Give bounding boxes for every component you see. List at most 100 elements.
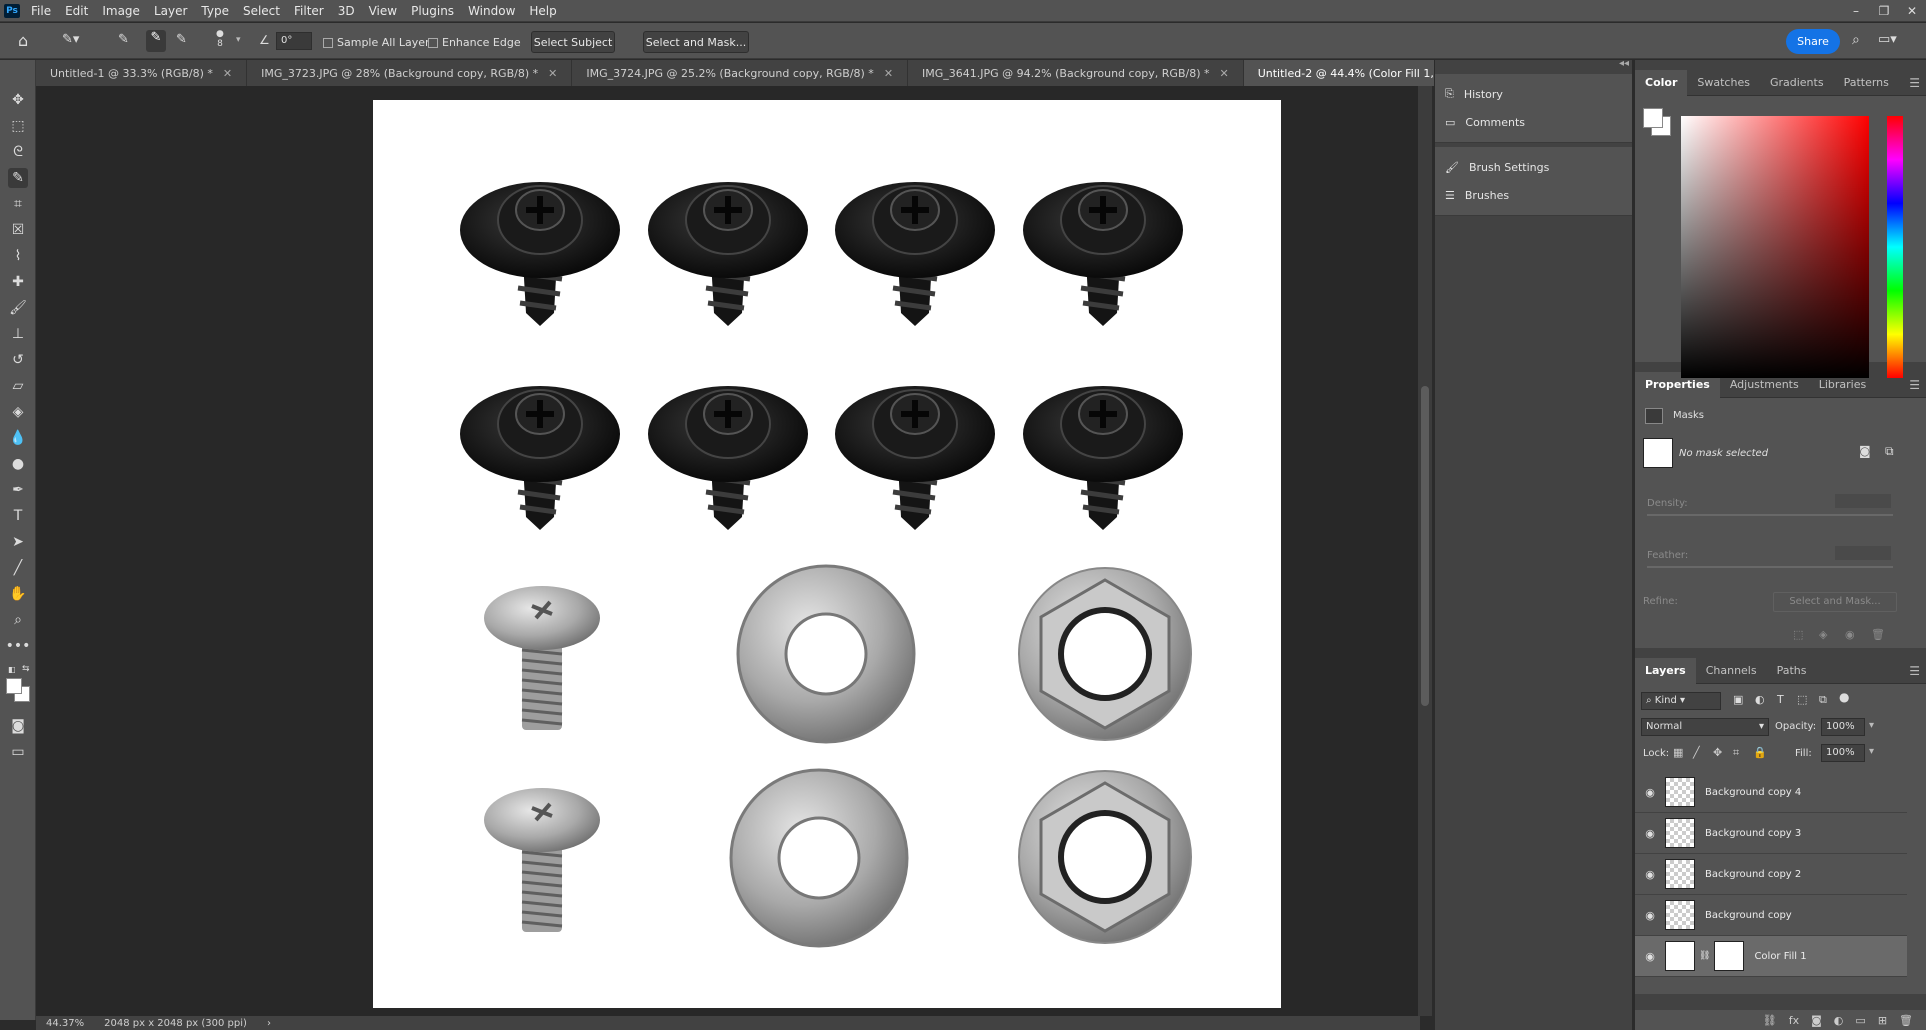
layer-row-color-fill-1[interactable]: ◉ ⛓ Color Fill 1: [1635, 936, 1907, 977]
status-menu-arrow[interactable]: ›: [267, 1018, 271, 1029]
hue-slider[interactable]: [1887, 116, 1903, 378]
blend-mode-select[interactable]: Normal ▾: [1641, 718, 1769, 736]
healing-brush-tool-icon[interactable]: ✚: [8, 272, 28, 292]
lasso-tool-icon[interactable]: ᘓ: [8, 142, 28, 162]
menu-select[interactable]: Select: [236, 4, 287, 18]
close-icon[interactable]: ✕: [1220, 67, 1229, 80]
color-field[interactable]: [1681, 116, 1869, 378]
filter-smart-object-icon[interactable]: ⧉: [1819, 693, 1827, 707]
menu-edit[interactable]: Edit: [58, 4, 95, 18]
angle-input[interactable]: 0°: [276, 32, 312, 50]
path-selection-tool-icon[interactable]: ➤: [8, 532, 28, 552]
lock-pixels-icon[interactable]: ╱: [1693, 746, 1700, 759]
foreground-color-swatch[interactable]: [6, 678, 22, 694]
frame-tool-icon[interactable]: ☒: [8, 220, 28, 240]
menu-plugins[interactable]: Plugins: [404, 4, 461, 18]
canvas-area[interactable]: [36, 86, 1420, 1016]
marquee-tool-icon[interactable]: ⬚: [8, 116, 28, 136]
lock-transparency-icon[interactable]: ▦: [1673, 746, 1683, 759]
pen-tool-icon[interactable]: ✒: [8, 480, 28, 500]
quick-mask-icon[interactable]: ◙: [8, 716, 28, 736]
workspace-icon[interactable]: ▭▾: [1878, 32, 1897, 47]
fill-input[interactable]: 100%: [1821, 744, 1865, 762]
subtract-from-selection-icon[interactable]: ✎: [176, 32, 187, 47]
layer-row-background-copy-2[interactable]: ◉ Background copy 2: [1635, 854, 1907, 895]
scrollbar-thumb[interactable]: [1421, 386, 1429, 706]
chevron-down-icon[interactable]: ▾: [1869, 720, 1874, 731]
panel-menu-icon[interactable]: ☰: [1909, 378, 1920, 392]
menu-image[interactable]: Image: [95, 4, 147, 18]
layer-name[interactable]: Background copy 2: [1705, 869, 1801, 880]
new-selection-icon[interactable]: ✎: [118, 32, 129, 47]
vector-mask-icon[interactable]: ⧉: [1885, 444, 1894, 459]
enhance-edge-checkbox[interactable]: Enhance Edge: [428, 36, 521, 49]
eyedropper-tool-icon[interactable]: ⌇: [8, 246, 28, 266]
brushes-panel-button[interactable]: ☰ Brushes: [1435, 181, 1632, 209]
blur-tool-icon[interactable]: 💧: [8, 428, 28, 448]
home-icon[interactable]: ⌂: [18, 31, 40, 51]
new-group-icon[interactable]: ▭: [1855, 1014, 1865, 1027]
eye-icon[interactable]: ◉: [1635, 950, 1665, 963]
menu-view[interactable]: View: [362, 4, 404, 18]
eye-icon[interactable]: ◉: [1635, 827, 1665, 840]
eraser-tool-icon[interactable]: ▱: [8, 376, 28, 396]
menu-type[interactable]: Type: [194, 4, 236, 18]
share-button[interactable]: Share: [1786, 29, 1840, 54]
tab-color[interactable]: Color: [1635, 69, 1688, 96]
line-tool-icon[interactable]: ╱: [8, 558, 28, 578]
filter-toggle-icon[interactable]: ●: [1839, 690, 1849, 704]
menu-3d[interactable]: 3D: [331, 4, 362, 18]
search-icon[interactable]: ⌕: [1852, 32, 1860, 48]
tab-img-3724[interactable]: IMG_3724.JPG @ 25.2% (Background copy, R…: [572, 60, 909, 86]
filter-type-icon[interactable]: T: [1777, 693, 1784, 706]
close-window-button[interactable]: ✕: [1898, 0, 1926, 22]
brush-settings-panel-button[interactable]: 🖌 Brush Settings: [1435, 153, 1632, 181]
vertical-scrollbar[interactable]: [1418, 86, 1432, 1016]
tab-untitled-1[interactable]: Untitled-1 @ 33.3% (RGB/8) * ✕: [36, 60, 248, 86]
move-tool-icon[interactable]: ✥: [8, 90, 28, 110]
dodge-tool-icon[interactable]: ●: [8, 454, 28, 474]
brush-tool-icon[interactable]: 🖌: [8, 298, 28, 318]
panel-menu-icon[interactable]: ☰: [1909, 76, 1920, 90]
restore-button[interactable]: ❐: [1870, 0, 1898, 22]
lock-all-icon[interactable]: 🔒: [1753, 746, 1767, 759]
chevron-down-icon[interactable]: ▾: [236, 35, 241, 45]
brush-size-picker[interactable]: ● 8: [216, 29, 224, 49]
eye-icon[interactable]: ◉: [1635, 909, 1665, 922]
comments-panel-button[interactable]: ▭ Comments: [1435, 108, 1632, 136]
layer-name[interactable]: Background copy 3: [1705, 828, 1801, 839]
document-canvas[interactable]: [373, 100, 1281, 1008]
quick-selection-tool-icon[interactable]: ✎: [8, 168, 28, 188]
layer-name[interactable]: Color Fill 1: [1754, 951, 1806, 962]
hand-tool-icon[interactable]: ✋: [8, 584, 28, 604]
sample-all-layers-checkbox[interactable]: Sample All Layers: [323, 36, 435, 49]
link-icon[interactable]: ⛓: [1699, 951, 1710, 961]
close-icon[interactable]: ✕: [223, 67, 232, 80]
quick-selection-preset-icon[interactable]: ✎▾: [62, 32, 92, 50]
zoom-tool-icon[interactable]: ⌕: [8, 610, 28, 630]
default-colors-icon[interactable]: ◧: [8, 665, 16, 674]
pixel-mask-icon[interactable]: ◙: [1859, 444, 1871, 458]
filter-pixel-icon[interactable]: ▣: [1733, 693, 1743, 706]
history-brush-tool-icon[interactable]: ↺: [8, 350, 28, 370]
layer-row-background-copy[interactable]: ◉ Background copy: [1635, 895, 1907, 936]
layer-row-background-copy-4[interactable]: ◉ Background copy 4: [1635, 772, 1907, 813]
tab-patterns[interactable]: Patterns: [1834, 70, 1899, 96]
layer-name[interactable]: Background copy: [1705, 910, 1792, 921]
collapse-panels-icon[interactable]: ◂◂: [1619, 58, 1629, 69]
layer-filter-select[interactable]: ⌕ Kind ▾: [1641, 692, 1721, 710]
filter-shape-icon[interactable]: ⬚: [1797, 693, 1807, 706]
menu-filter[interactable]: Filter: [287, 4, 331, 18]
paint-bucket-tool-icon[interactable]: ◈: [8, 402, 28, 422]
new-layer-icon[interactable]: ⊞: [1878, 1014, 1887, 1027]
add-to-selection-icon[interactable]: ✎: [146, 30, 166, 52]
foreground-color-swatch[interactable]: [1643, 108, 1663, 128]
type-tool-icon[interactable]: T: [8, 506, 28, 526]
add-mask-icon[interactable]: ◙: [1811, 1014, 1822, 1027]
menu-help[interactable]: Help: [522, 4, 563, 18]
link-layers-icon[interactable]: ⛓: [1763, 1014, 1777, 1027]
tab-paths[interactable]: Paths: [1767, 658, 1817, 684]
tab-swatches[interactable]: Swatches: [1687, 70, 1760, 96]
fx-icon[interactable]: fx: [1789, 1014, 1799, 1027]
close-icon[interactable]: ✕: [548, 67, 557, 80]
